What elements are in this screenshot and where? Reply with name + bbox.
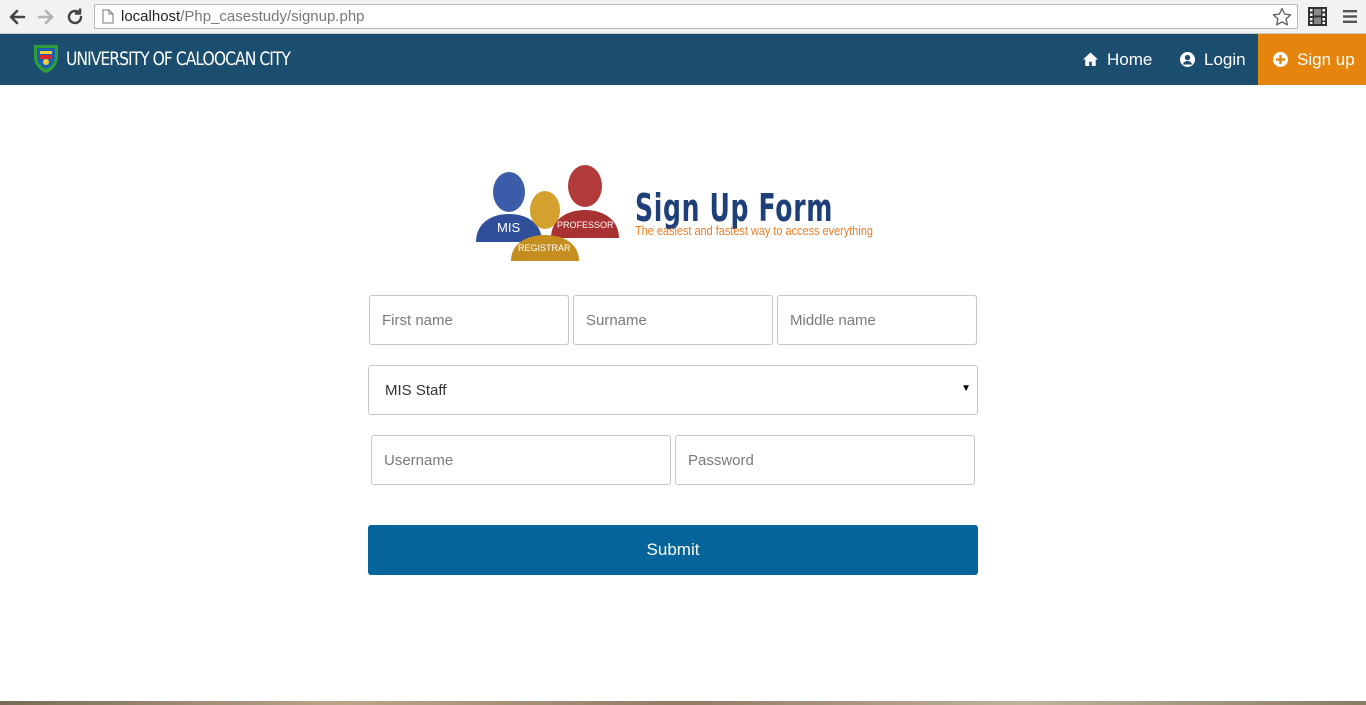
page-icon — [102, 9, 114, 24]
taskbar-edge — [0, 701, 1366, 705]
role-mis: MIS — [497, 220, 520, 235]
surname-input[interactable] — [573, 295, 773, 345]
browser-menu-icon[interactable] — [1342, 7, 1358, 26]
reload-icon[interactable] — [64, 6, 86, 28]
signup-form-tagline: The easiest and fastest way to access ev… — [635, 223, 873, 238]
submit-button[interactable]: Submit — [368, 525, 978, 575]
role-registrar: REGISTRAR — [518, 243, 571, 253]
url-path: /Php_casestudy/signup.php — [180, 8, 365, 25]
site-navbar: UNIVERSITY OF CALOOCAN CITY Home Login S… — [0, 34, 1366, 85]
brand-name: UNIVERSITY OF CALOOCAN CITY — [66, 48, 291, 70]
address-bar[interactable]: localhost/Php_casestudy/signup.php — [94, 4, 1298, 29]
university-seal-icon — [34, 45, 58, 73]
plus-circle-icon — [1273, 52, 1288, 67]
browser-toolbar: localhost/Php_casestudy/signup.php — [0, 0, 1366, 34]
nav-home-label: Home — [1107, 49, 1153, 69]
password-input[interactable] — [675, 435, 975, 485]
forward-icon[interactable] — [35, 6, 57, 28]
back-icon[interactable] — [6, 6, 28, 28]
signup-hero-logo: MIS PROFESSOR REGISTRAR Sign Up Form The… — [473, 164, 873, 264]
role-professor: PROFESSOR — [557, 220, 614, 230]
bookmark-star-icon[interactable] — [1271, 6, 1293, 28]
caret-down-icon: ▼ — [961, 383, 971, 394]
first-name-input[interactable] — [369, 295, 569, 345]
user-roles-illustration: MIS PROFESSOR REGISTRAR — [476, 165, 619, 261]
film-extension-icon[interactable] — [1307, 6, 1328, 27]
user-circle-icon — [1180, 52, 1195, 67]
url-text[interactable]: localhost/Php_casestudy/signup.php — [121, 8, 365, 26]
nav-home[interactable]: Home — [1082, 34, 1152, 85]
username-input[interactable] — [371, 435, 671, 485]
nav-signup-label: Sign up — [1297, 49, 1355, 69]
brand-link[interactable]: UNIVERSITY OF CALOOCAN CITY — [32, 42, 339, 76]
middle-name-input[interactable] — [777, 295, 977, 345]
url-host: localhost — [121, 8, 181, 25]
nav-signup[interactable]: Sign up — [1258, 34, 1366, 85]
role-select[interactable]: MIS Staff ▼ — [368, 365, 978, 415]
nav-login[interactable]: Login — [1179, 34, 1246, 85]
home-icon — [1083, 52, 1098, 66]
role-select-value: MIS Staff — [385, 382, 447, 399]
nav-login-label: Login — [1204, 49, 1246, 69]
